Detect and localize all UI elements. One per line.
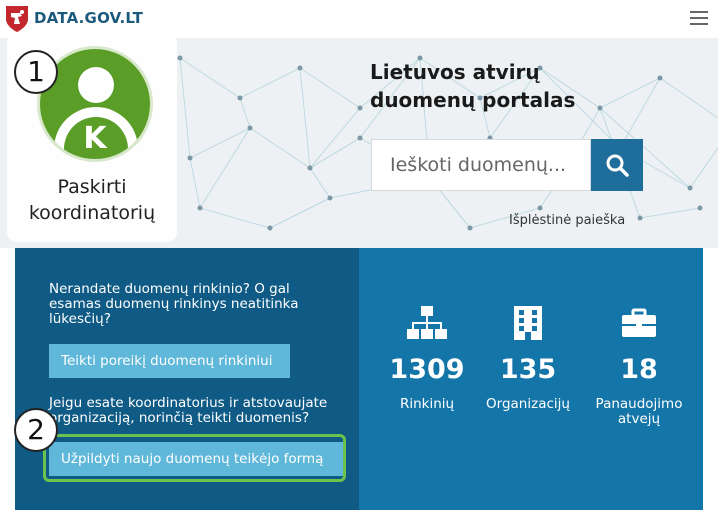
stat-organizations-label: Organizacijų bbox=[486, 396, 570, 412]
step-2-badge: 2 bbox=[14, 408, 58, 452]
search-input[interactable]: Ieškoti duomenų... bbox=[371, 139, 591, 191]
avatar-letter: K bbox=[83, 121, 107, 156]
form-button-highlight bbox=[43, 434, 346, 482]
assign-coordinator-label: Paskirti koordinatorių bbox=[7, 174, 177, 226]
search-button[interactable] bbox=[591, 139, 643, 191]
top-bar: DATA.GOV.LT bbox=[0, 0, 718, 38]
search-placeholder: Ieškoti duomenų... bbox=[390, 154, 567, 176]
step-1-badge: 1 bbox=[14, 50, 58, 94]
advanced-search-link[interactable]: Išplėstinė paieška bbox=[509, 213, 625, 228]
stat-organizations[interactable]: 135 Organizacijų bbox=[473, 306, 583, 412]
stat-use-cases-label: Panaudojimo atvejų bbox=[595, 396, 683, 427]
stat-use-cases[interactable]: 18 Panaudojimo atvejų bbox=[584, 306, 694, 427]
portal-title-line2: duomenų portalas bbox=[370, 88, 576, 112]
assign-coordinator-label-line2: koordinatorių bbox=[28, 202, 156, 224]
coordinator-question: Jeigu esate koordinatorius ir atstovauja… bbox=[49, 395, 328, 426]
portal-title-line1: Lietuvos atvirų bbox=[370, 60, 540, 84]
building-icon bbox=[514, 306, 542, 340]
missing-dataset-question: Nerandate duomenų rinkinio? O gal esamas… bbox=[49, 281, 299, 327]
stat-datasets-value: 1309 bbox=[389, 354, 465, 385]
hamburger-menu-icon[interactable] bbox=[690, 11, 708, 27]
search-icon bbox=[606, 154, 629, 177]
assign-coordinator-label-line1: Paskirti bbox=[57, 176, 127, 198]
site-name-tld: .GOV.LT bbox=[78, 9, 144, 27]
stat-datasets[interactable]: 1309 Rinkinių bbox=[372, 306, 482, 412]
site-name-main: DATA bbox=[34, 9, 79, 27]
portal-title: Lietuvos atvirų duomenų portalas bbox=[370, 58, 575, 114]
stat-organizations-value: 135 bbox=[499, 354, 557, 385]
sitemap-icon bbox=[407, 306, 447, 339]
briefcase-icon bbox=[622, 308, 656, 337]
coat-of-arms-logo[interactable] bbox=[5, 5, 29, 33]
stat-use-cases-value: 18 bbox=[620, 354, 658, 385]
request-dataset-button[interactable]: Teikti poreikį duomenų rinkiniui bbox=[49, 344, 290, 378]
avatar-head bbox=[78, 67, 114, 103]
statistics-panel: 1309 Rinkinių 135 Organizacijų 18 Panaud… bbox=[359, 248, 703, 510]
stat-datasets-label: Rinkinių bbox=[399, 396, 455, 412]
site-name[interactable]: DATA.GOV.LT bbox=[34, 9, 143, 27]
